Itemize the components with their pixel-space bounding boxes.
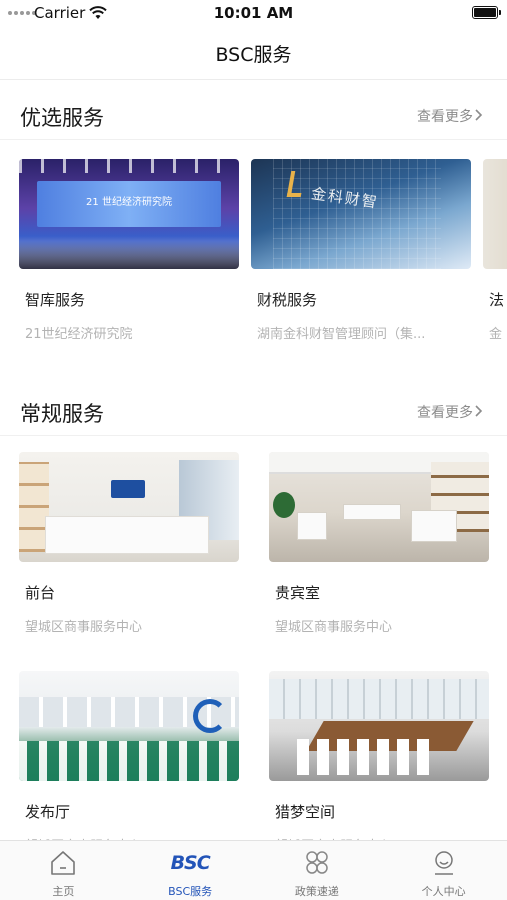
regular-card-reception[interactable]: 前台 望城区商事服务中心 [19, 452, 239, 635]
regular-card-vip-room[interactable]: 贵宾室 望城区商事服务中心 [269, 452, 489, 635]
conference-photo: 21 世纪经济研究院 [19, 159, 239, 269]
tab-label: 政策速递 [294, 885, 339, 898]
card-title: 发布厅 [25, 803, 71, 821]
tab-home[interactable]: 主页 [0, 841, 127, 900]
card-subtitle: 望城区商事服务中心 [25, 620, 143, 635]
featured-section-title: 优选服务 [20, 106, 104, 130]
regular-section-header: 常规服务 查看更多 [0, 392, 507, 436]
card-subtitle: 望城区商事服务中心 [275, 620, 393, 635]
press-hall-photo [19, 671, 239, 781]
status-bar: Carrier 10:01 AM [0, 0, 507, 26]
navigation-bar: BSC服务 [0, 26, 507, 80]
page-title: BSC服务 [215, 44, 292, 66]
card-title: 法 [489, 291, 505, 309]
office-photo [483, 159, 507, 269]
featured-section-header: 优选服务 查看更多 [0, 96, 507, 140]
regular-card-press-hall[interactable]: 发布厅 望城区商事服务中心 [19, 671, 239, 854]
tab-label: 个人中心 [421, 885, 466, 898]
card-subtitle: 湖南金科财智管理顾问（集... [257, 327, 426, 342]
card-title: 前台 [25, 584, 56, 602]
card-title: 财税服务 [257, 291, 318, 309]
regular-more-link[interactable]: 查看更多 [417, 402, 473, 422]
card-title: 猎梦空间 [275, 803, 336, 821]
card-title: 智库服务 [25, 291, 86, 309]
building-photo: 金科财智 [251, 159, 471, 269]
featured-card-legal-partial[interactable]: 法 金 [483, 159, 507, 342]
bsc-logo-icon: BSC [170, 852, 211, 874]
battery-icon [472, 6, 501, 19]
reception-photo [19, 452, 239, 562]
tab-label: BSC服务 [168, 885, 213, 898]
card-subtitle: 金 [489, 327, 503, 342]
tab-label: 主页 [52, 885, 75, 898]
featured-card-think-tank[interactable]: 21 世纪经济研究院 智库服务 21世纪经济研究院 [19, 159, 239, 342]
user-icon [434, 851, 453, 875]
featured-card-tax[interactable]: 金科财智 财税服务 湖南金科财智管理顾问（集... [251, 159, 471, 342]
tab-bar: 主页 BSC BSC服务 政策速递 个人中心 [0, 840, 507, 900]
tab-profile[interactable]: 个人中心 [380, 841, 507, 900]
regular-card-dream-space[interactable]: 猎梦空间 望城区商事服务中心 [269, 671, 489, 854]
featured-more-link[interactable]: 查看更多 [417, 106, 473, 126]
regular-section-title: 常规服务 [20, 402, 104, 426]
chevron-right-icon[interactable] [473, 403, 485, 419]
home-icon [51, 851, 76, 875]
vip-room-photo [269, 452, 489, 562]
chevron-right-icon[interactable] [473, 107, 485, 123]
tab-policy[interactable]: 政策速递 [254, 841, 381, 900]
card-subtitle: 21世纪经济研究院 [25, 327, 133, 342]
stage-caption: 21 世纪经济研究院 [86, 197, 172, 208]
card-title: 贵宾室 [275, 584, 321, 602]
clock: 10:01 AM [213, 4, 294, 22]
tab-bsc-service[interactable]: BSC BSC服务 [127, 841, 254, 900]
grid-icon [306, 851, 328, 874]
meeting-room-photo [269, 671, 489, 781]
